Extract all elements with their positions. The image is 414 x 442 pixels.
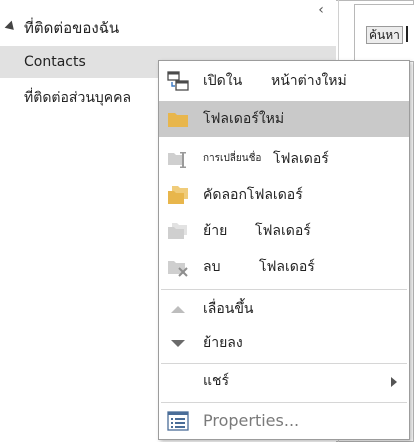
menu-label-properties: Properties... <box>203 411 300 430</box>
menu-label-move-up: เลื่อนขึ้น <box>203 301 254 317</box>
search-label[interactable]: ค้นหา <box>366 26 403 44</box>
copy-folder-icon <box>168 186 188 204</box>
menu-item-rename-folder[interactable]: การเปลี่ยนชื่อ โฟลเดอร์ <box>159 141 409 177</box>
menu-item-properties[interactable]: Properties... <box>159 403 409 439</box>
menu-item-share[interactable]: แชร์ <box>159 363 409 399</box>
menu-label-copy-folder: คัดลอกโฟลเดอร์ <box>203 187 303 203</box>
group-title: ที่ติดต่อของฉัน <box>24 19 120 37</box>
menu-label-open-in: เปิดใน <box>203 73 243 89</box>
move-down-icon <box>171 340 185 347</box>
context-menu: เปิดใน หน้าต่างใหม่ โฟลเดอร์ใหม่ การเปลี… <box>158 60 410 440</box>
menu-label-new-folder: โฟลเดอร์ใหม่ <box>203 111 285 127</box>
menu-label-move-down: ย้ายลง <box>203 335 243 351</box>
menu-separator <box>161 289 407 290</box>
menu-item-move-up[interactable]: เลื่อนขึ้น <box>159 291 409 327</box>
text-caret <box>406 26 408 42</box>
menu-item-new-folder[interactable]: โฟลเดอร์ใหม่ <box>159 101 409 137</box>
menu-label-delete-folder: โฟลเดอร์ <box>259 259 315 275</box>
menu-item-copy-folder[interactable]: คัดลอกโฟลเดอร์ <box>159 177 409 213</box>
submenu-arrow-icon <box>391 377 397 387</box>
collapse-pane-icon[interactable]: ‹ <box>314 3 328 17</box>
menu-label-move-folder: โฟลเดอร์ <box>255 223 311 239</box>
menu-label-new-window: หน้าต่างใหม่ <box>271 73 347 89</box>
menu-label-rename-folder: โฟลเดอร์ <box>273 151 329 167</box>
my-contacts-group[interactable]: ที่ติดต่อของฉัน <box>4 16 120 40</box>
menu-label-rename: การเปลี่ยนชื่อ <box>203 153 262 164</box>
menu-item-delete-folder[interactable]: ลบ โฟลเดอร์ <box>159 249 409 285</box>
properties-icon <box>167 411 189 431</box>
delete-folder-icon <box>168 261 188 277</box>
menu-label-delete: ลบ <box>203 259 221 275</box>
menu-item-move-down[interactable]: ย้ายลง <box>159 325 409 361</box>
menu-item-move-folder[interactable]: ย้าย โฟลเดอร์ <box>159 213 409 249</box>
move-folder-icon <box>168 223 187 239</box>
menu-label-move: ย้าย <box>203 223 228 239</box>
rename-folder-icon <box>168 152 186 168</box>
move-up-icon <box>171 306 185 313</box>
menu-label-share: แชร์ <box>203 373 230 389</box>
menu-item-open-in-new-window[interactable]: เปิดใน หน้าต่างใหม่ <box>159 63 409 99</box>
expand-arrow-icon[interactable] <box>4 20 18 34</box>
folder-icon <box>168 113 188 127</box>
new-window-icon <box>167 71 189 91</box>
